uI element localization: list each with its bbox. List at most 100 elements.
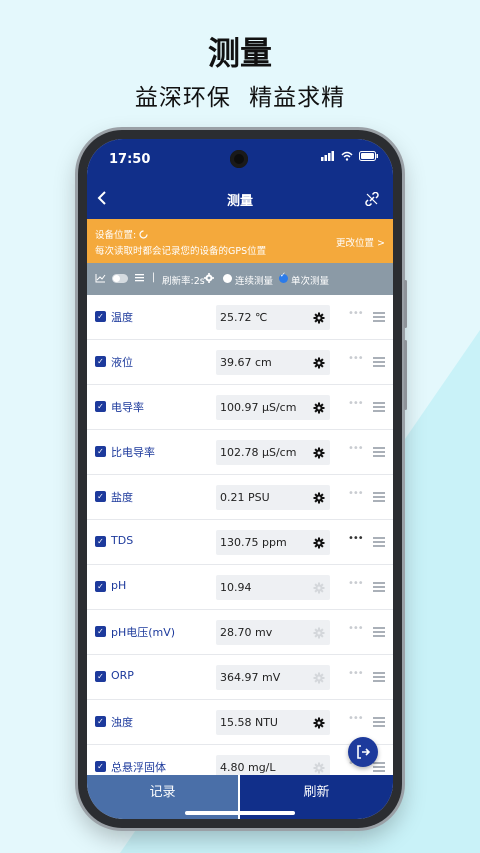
more-options-icon[interactable]: ••• <box>348 443 364 454</box>
power-button <box>404 340 407 410</box>
parameter-value: 130.75 ppm <box>220 536 287 549</box>
continuous-radio[interactable] <box>223 274 232 283</box>
drag-handle-icon[interactable] <box>373 672 385 682</box>
parameter-name: 总悬浮固体 <box>111 761 166 774</box>
row-checkbox[interactable]: ✓ <box>95 446 106 457</box>
more-options-icon[interactable]: ••• <box>348 353 364 364</box>
drag-handle-icon[interactable] <box>373 447 385 457</box>
chart-icon[interactable] <box>95 273 106 286</box>
row-checkbox[interactable]: ✓ <box>95 671 106 682</box>
toolbar-divider: | <box>152 272 156 283</box>
value-field: 130.75 ppm <box>216 530 330 555</box>
parameter-value: 28.70 mv <box>220 626 273 639</box>
row-checkbox[interactable]: ✓ <box>95 536 106 547</box>
row-checkbox[interactable]: ✓ <box>95 356 106 367</box>
parameter-name: 液位 <box>111 356 133 369</box>
parameter-name: pH <box>111 579 127 592</box>
location-banner: 设备位置: 每次读取时都会记录您的设备的GPS位置 更改位置 > <box>87 219 393 263</box>
parameter-value: 0.21 PSU <box>220 491 270 504</box>
parameter-value: 364.97 mV <box>220 671 281 684</box>
more-options-icon[interactable]: ••• <box>348 578 364 589</box>
value-field: 4.80 mg/L <box>216 755 330 775</box>
row-checkbox[interactable]: ✓ <box>95 401 106 412</box>
parameter-value: 25.72 ℃ <box>220 311 268 324</box>
top-navbar: 测量 <box>87 181 393 219</box>
disconnect-link-icon[interactable] <box>365 191 379 210</box>
settings-gear-icon[interactable] <box>312 355 326 369</box>
settings-gear-icon[interactable] <box>312 490 326 504</box>
drag-handle-icon[interactable] <box>373 357 385 367</box>
parameter-name: 电导率 <box>111 401 144 414</box>
change-location-link[interactable]: 更改位置 > <box>336 235 385 249</box>
row-checkbox[interactable]: ✓ <box>95 761 106 772</box>
list-item: ✓ pH电压(mV) 28.70 mv ••• <box>87 610 393 655</box>
settings-gear-icon[interactable] <box>312 535 326 549</box>
row-checkbox[interactable]: ✓ <box>95 491 106 502</box>
chart-toggle[interactable] <box>112 274 128 283</box>
more-options-icon[interactable]: ••• <box>348 623 364 634</box>
parameter-name: TDS <box>111 534 134 547</box>
row-checkbox[interactable]: ✓ <box>95 626 106 637</box>
exit-fab-button[interactable] <box>348 737 378 767</box>
more-options-icon[interactable]: ••• <box>348 398 364 409</box>
exit-icon <box>357 745 371 759</box>
value-field: 102.78 μS/cm <box>216 440 330 465</box>
row-checkbox[interactable]: ✓ <box>95 311 106 322</box>
location-label: 设备位置: <box>95 230 137 241</box>
settings-gear-icon[interactable] <box>312 445 326 459</box>
single-radio[interactable] <box>279 271 288 283</box>
value-field: 100.97 μS/cm <box>216 395 330 420</box>
cellular-signal-icon <box>321 151 334 161</box>
settings-gear-icon[interactable] <box>312 670 326 684</box>
drag-handle-icon[interactable] <box>373 402 385 412</box>
list-item: ✓ 盐度 0.21 PSU ••• <box>87 475 393 520</box>
loading-spinner-icon <box>139 230 148 239</box>
wifi-icon <box>341 151 353 161</box>
list-item: ✓ 比电导率 102.78 μS/cm ••• <box>87 430 393 475</box>
volume-button <box>404 280 407 328</box>
battery-icon <box>359 151 378 161</box>
list-item: ✓ 液位 39.67 cm ••• <box>87 340 393 385</box>
more-options-icon[interactable]: ••• <box>348 308 364 319</box>
value-field: 15.58 NTU <box>216 710 330 735</box>
drag-handle-icon[interactable] <box>373 537 385 547</box>
more-options-icon[interactable]: ••• <box>348 533 364 544</box>
gps-note: 每次读取时都会记录您的设备的GPS位置 <box>95 246 267 257</box>
status-icons <box>321 151 379 161</box>
app-screen: 17:50 测量 设备位置: 每次读取时都会记录您的设备的GPS位置 更改位置 … <box>87 139 393 819</box>
list-icon[interactable] <box>135 273 144 285</box>
settings-gear-icon[interactable] <box>312 400 326 414</box>
list-item: ✓ TDS 130.75 ppm ••• <box>87 520 393 565</box>
parameter-value: 4.80 mg/L <box>220 761 276 774</box>
row-checkbox[interactable]: ✓ <box>95 716 106 727</box>
settings-gear-icon[interactable] <box>312 310 326 324</box>
drag-handle-icon[interactable] <box>373 627 385 637</box>
drag-handle-icon[interactable] <box>373 492 385 502</box>
settings-gear-icon[interactable] <box>312 760 326 774</box>
continuous-label[interactable]: 连续测量 <box>235 273 273 287</box>
value-field: 39.67 cm <box>216 350 330 375</box>
settings-gear-icon[interactable] <box>312 715 326 729</box>
settings-gear-icon[interactable] <box>312 625 326 639</box>
row-checkbox[interactable]: ✓ <box>95 581 106 592</box>
page-title: 测量 <box>226 194 253 209</box>
status-time: 17:50 <box>109 152 151 167</box>
measurement-toolbar: | 刷新率:2s 连续测量 单次测量 <box>87 263 393 295</box>
value-field: 28.70 mv <box>216 620 330 645</box>
settings-gear-icon[interactable] <box>312 580 326 594</box>
parameter-value: 15.58 NTU <box>220 716 278 729</box>
front-camera <box>230 150 248 168</box>
drag-handle-icon[interactable] <box>373 717 385 727</box>
refresh-rate-gear-icon[interactable] <box>204 273 214 286</box>
drag-handle-icon[interactable] <box>373 582 385 592</box>
parameter-name: pH电压(mV) <box>111 626 176 639</box>
single-label[interactable]: 单次测量 <box>291 273 329 287</box>
parameter-value: 102.78 μS/cm <box>220 446 297 459</box>
drag-handle-icon[interactable] <box>373 312 385 322</box>
phone-frame: 17:50 测量 设备位置: 每次读取时都会记录您的设备的GPS位置 更改位置 … <box>78 130 407 828</box>
more-options-icon[interactable]: ••• <box>348 713 364 724</box>
more-options-icon[interactable]: ••• <box>348 668 364 679</box>
list-item: ✓ pH 10.94 ••• <box>87 565 393 610</box>
more-options-icon[interactable]: ••• <box>348 488 364 499</box>
promo-title: 测量 <box>207 34 272 72</box>
